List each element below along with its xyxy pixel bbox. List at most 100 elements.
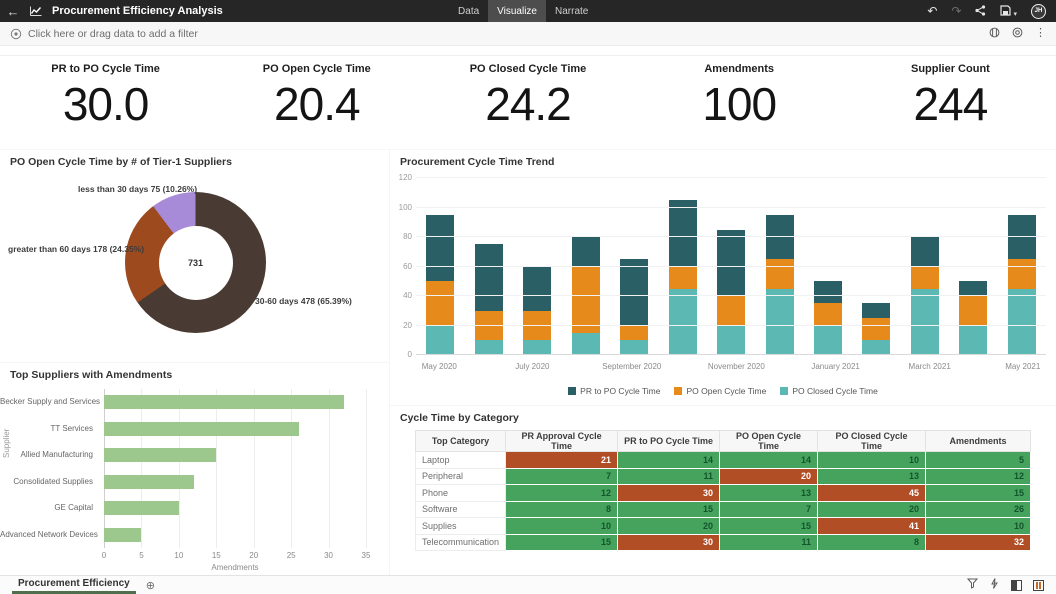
trend-bar-segment[interactable] bbox=[620, 326, 648, 341]
table-row[interactable]: Supplies1020154110 bbox=[416, 518, 1031, 535]
table-column-header[interactable]: Top Category bbox=[416, 431, 506, 452]
trend-bar[interactable] bbox=[475, 178, 503, 355]
kpi-tile[interactable]: PR to PO Cycle Time30.0 bbox=[0, 56, 211, 149]
kpi-tile[interactable]: PO Open Cycle Time20.4 bbox=[211, 56, 422, 149]
table-value-cell[interactable]: 26 bbox=[926, 501, 1031, 518]
table-value-cell[interactable]: 14 bbox=[618, 452, 720, 469]
supplier-bar[interactable] bbox=[104, 395, 344, 409]
kpi-tile[interactable]: Supplier Count244 bbox=[845, 56, 1056, 149]
trend-bar[interactable] bbox=[814, 178, 842, 355]
trend-bar[interactable] bbox=[620, 178, 648, 355]
table-value-cell[interactable]: 8 bbox=[818, 534, 926, 551]
trend-bar-segment[interactable] bbox=[814, 281, 842, 303]
table-row[interactable]: Laptop211414105 bbox=[416, 452, 1031, 469]
table-column-header[interactable]: PR Approval Cycle Time bbox=[506, 431, 618, 452]
tab-data[interactable]: Data bbox=[449, 0, 488, 22]
table-row[interactable]: Phone1230134515 bbox=[416, 485, 1031, 502]
trend-bar-segment[interactable] bbox=[911, 267, 939, 289]
table-column-header[interactable]: PR to PO Cycle Time bbox=[618, 431, 720, 452]
table-column-header[interactable]: PO Open Cycle Time bbox=[720, 431, 818, 452]
canvas-tab-procurement-efficiency[interactable]: Procurement Efficiency bbox=[12, 576, 136, 594]
table-column-header[interactable]: PO Closed Cycle Time bbox=[818, 431, 926, 452]
trend-bar-segment[interactable] bbox=[911, 237, 939, 267]
user-avatar[interactable]: JH bbox=[1031, 4, 1046, 19]
trend-bar-segment[interactable] bbox=[862, 340, 890, 355]
trend-bar[interactable] bbox=[959, 178, 987, 355]
add-canvas-button[interactable]: ⊕ bbox=[146, 579, 155, 592]
trend-bar-segment[interactable] bbox=[959, 296, 987, 326]
canvas-layout-icon-1[interactable] bbox=[1011, 580, 1022, 591]
table-value-cell[interactable]: 5 bbox=[926, 452, 1031, 469]
trend-bar[interactable] bbox=[572, 178, 600, 355]
table-value-cell[interactable]: 21 bbox=[506, 452, 618, 469]
trend-bar-segment[interactable] bbox=[620, 259, 648, 325]
table-value-cell[interactable]: 13 bbox=[720, 485, 818, 502]
table-value-cell[interactable]: 32 bbox=[926, 534, 1031, 551]
add-filter-prompt[interactable]: Click here or drag data to add a filter bbox=[28, 28, 198, 40]
canvas-layout-icon-2[interactable] bbox=[1033, 580, 1044, 591]
trend-bar-segment[interactable] bbox=[766, 289, 794, 355]
supplier-bar[interactable] bbox=[104, 448, 216, 462]
supplier-bar[interactable] bbox=[104, 475, 194, 489]
trend-bar-segment[interactable] bbox=[766, 259, 794, 289]
trend-bar-segment[interactable] bbox=[669, 267, 697, 289]
category-table-tile[interactable]: Cycle Time by Category Top CategoryPR Ap… bbox=[390, 405, 1056, 575]
table-value-cell[interactable]: 12 bbox=[506, 485, 618, 502]
table-value-cell[interactable]: 45 bbox=[818, 485, 926, 502]
undo-icon[interactable]: ↶ bbox=[927, 5, 937, 17]
tab-visualize[interactable]: Visualize bbox=[488, 0, 546, 22]
trend-bar-segment[interactable] bbox=[669, 289, 697, 355]
trend-bar-segment[interactable] bbox=[426, 215, 454, 281]
table-value-cell[interactable]: 13 bbox=[818, 468, 926, 485]
trend-bar-segment[interactable] bbox=[475, 311, 503, 341]
trend-bar-segment[interactable] bbox=[1008, 289, 1036, 355]
supplier-bar[interactable] bbox=[104, 528, 141, 542]
trend-bar-segment[interactable] bbox=[572, 267, 600, 333]
trend-bar-segment[interactable] bbox=[959, 281, 987, 296]
trend-bar-segment[interactable] bbox=[475, 244, 503, 310]
table-value-cell[interactable]: 30 bbox=[618, 534, 720, 551]
table-value-cell[interactable]: 15 bbox=[618, 501, 720, 518]
table-row[interactable]: Telecommunication153011832 bbox=[416, 534, 1031, 551]
table-value-cell[interactable]: 7 bbox=[720, 501, 818, 518]
table-value-cell[interactable]: 12 bbox=[926, 468, 1031, 485]
tab-narrate[interactable]: Narrate bbox=[546, 0, 597, 22]
trend-bar[interactable] bbox=[766, 178, 794, 355]
table-value-cell[interactable]: 7 bbox=[506, 468, 618, 485]
legend-item[interactable]: PR to PO Cycle Time bbox=[568, 386, 660, 396]
trend-bar[interactable] bbox=[862, 178, 890, 355]
legend-item[interactable]: PO Open Cycle Time bbox=[674, 386, 766, 396]
trend-bar-segment[interactable] bbox=[911, 289, 939, 355]
table-value-cell[interactable]: 41 bbox=[818, 518, 926, 535]
filter-menu-kebab-icon[interactable]: ⋮ bbox=[1035, 28, 1046, 39]
table-value-cell[interactable]: 10 bbox=[506, 518, 618, 535]
trend-bar-segment[interactable] bbox=[426, 326, 454, 356]
table-value-cell[interactable]: 10 bbox=[818, 452, 926, 469]
trend-bar-segment[interactable] bbox=[717, 230, 745, 296]
save-caret-down-icon[interactable]: ▾ bbox=[1013, 11, 1017, 18]
table-value-cell[interactable]: 20 bbox=[720, 468, 818, 485]
table-row[interactable]: Peripheral711201312 bbox=[416, 468, 1031, 485]
trend-bar[interactable] bbox=[523, 178, 551, 355]
trend-bar-segment[interactable] bbox=[523, 267, 551, 311]
save-icon[interactable]: ▾ bbox=[1000, 5, 1017, 18]
filter-settings-icon[interactable] bbox=[989, 27, 1000, 41]
table-value-cell[interactable]: 11 bbox=[618, 468, 720, 485]
supplier-bar[interactable] bbox=[104, 501, 179, 515]
table-value-cell[interactable]: 15 bbox=[506, 534, 618, 551]
trend-bar[interactable] bbox=[1008, 178, 1036, 355]
table-value-cell[interactable]: 15 bbox=[720, 518, 818, 535]
pin-filters-icon[interactable] bbox=[1012, 27, 1023, 41]
trend-bar-segment[interactable] bbox=[862, 303, 890, 318]
share-icon[interactable] bbox=[975, 5, 986, 18]
trend-bar-segment[interactable] bbox=[669, 200, 697, 266]
trend-bar-segment[interactable] bbox=[717, 296, 745, 326]
trend-bar-segment[interactable] bbox=[426, 281, 454, 325]
trend-chart-tile[interactable]: Procurement Cycle Time Trend 02040608010… bbox=[390, 150, 1056, 405]
table-row[interactable]: Software81572026 bbox=[416, 501, 1031, 518]
legend-item[interactable]: PO Closed Cycle Time bbox=[780, 386, 878, 396]
trend-bar-segment[interactable] bbox=[717, 326, 745, 356]
quality-insights-icon[interactable] bbox=[967, 578, 978, 592]
table-column-header[interactable]: Amendments bbox=[926, 431, 1031, 452]
table-value-cell[interactable]: 11 bbox=[720, 534, 818, 551]
